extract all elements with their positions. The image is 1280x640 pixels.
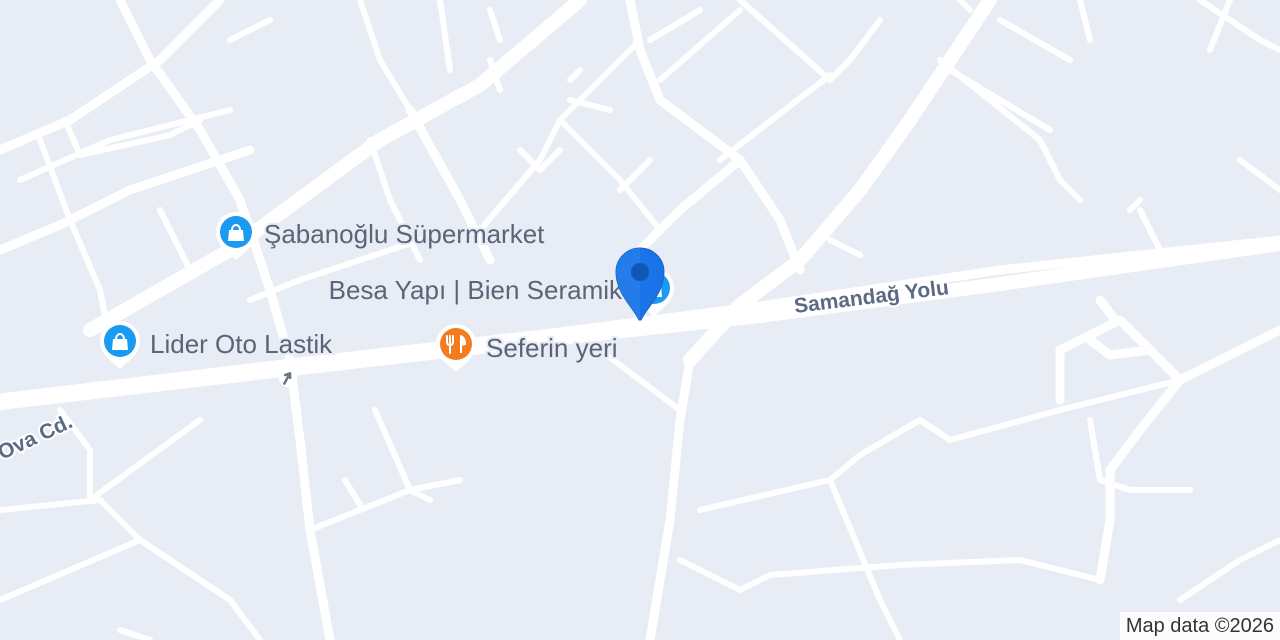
poi-label: Besa Yapı | Bien Seramik: [329, 275, 623, 305]
poi-label: Şabanoğlu Süpermarket: [264, 219, 545, 249]
poi-label: Seferin yeri: [486, 333, 618, 363]
poi-label: Lider Oto Lastik: [150, 329, 333, 359]
map-attribution[interactable]: Map data ©2026: [1119, 612, 1280, 640]
map-canvas[interactable]: Samandağ Yolu Ova Cd. Şabanoğlu Süpermar…: [0, 0, 1280, 640]
